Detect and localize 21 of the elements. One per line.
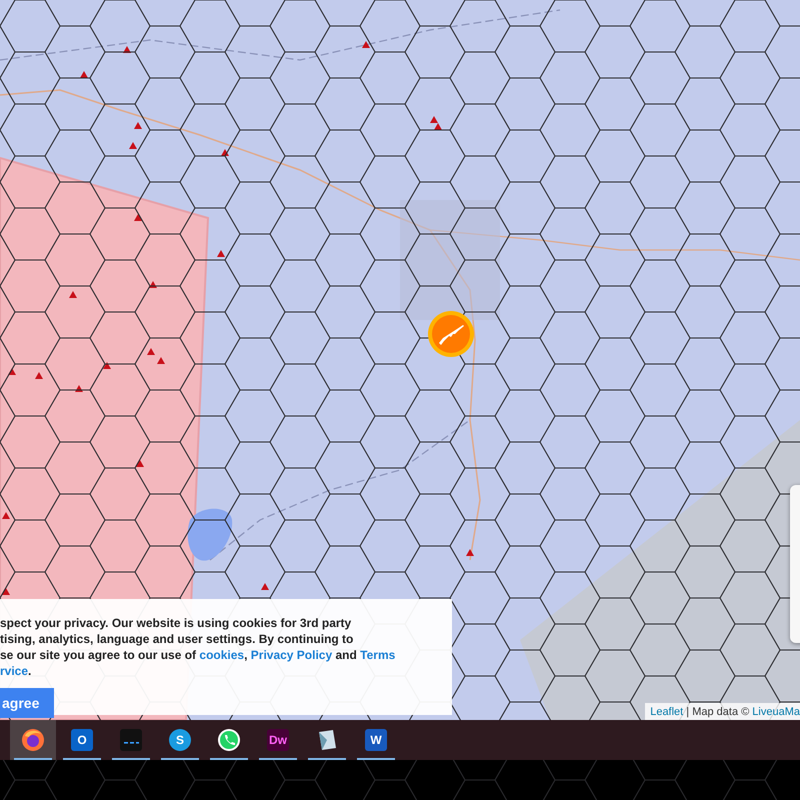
taskbar-button[interactable]: O <box>59 720 105 760</box>
policy-link[interactable]: Terms <box>360 648 396 662</box>
web-editor-icon: Dw <box>267 729 289 751</box>
taskbar-button[interactable]: W <box>353 720 399 760</box>
policy-link[interactable]: Privacy Policy <box>250 648 332 662</box>
mail-app-icon: O <box>71 729 93 751</box>
policy-link[interactable]: rvice <box>0 664 28 678</box>
cookie-notice-text: spect your privacy. Our website is using cookies for 3rd party tising, analytics, language and user settings. By continuing to se our site you agree to our use of cookies, Privacy Policy and Terms rvice. <box>0 615 396 679</box>
chat-app-icon: S <box>169 729 191 751</box>
agree-button[interactable]: agree <box>0 688 54 718</box>
attribution-link[interactable]: LiveuaMa <box>752 706 800 718</box>
document-app-icon: W <box>365 729 387 751</box>
rifle-marker-icon <box>427 310 475 358</box>
fox-globe-icon <box>21 728 45 752</box>
terminal-icon <box>119 728 143 752</box>
taskbar-button[interactable]: S <box>157 720 203 760</box>
phone-bubble-icon <box>217 728 241 752</box>
attribution-link[interactable]: Leaflet <box>650 706 684 718</box>
policy-link[interactable]: cookies <box>199 648 244 662</box>
taskbar-button[interactable]: Dw <box>255 720 301 760</box>
attribution-text: | Map data © <box>685 706 750 718</box>
